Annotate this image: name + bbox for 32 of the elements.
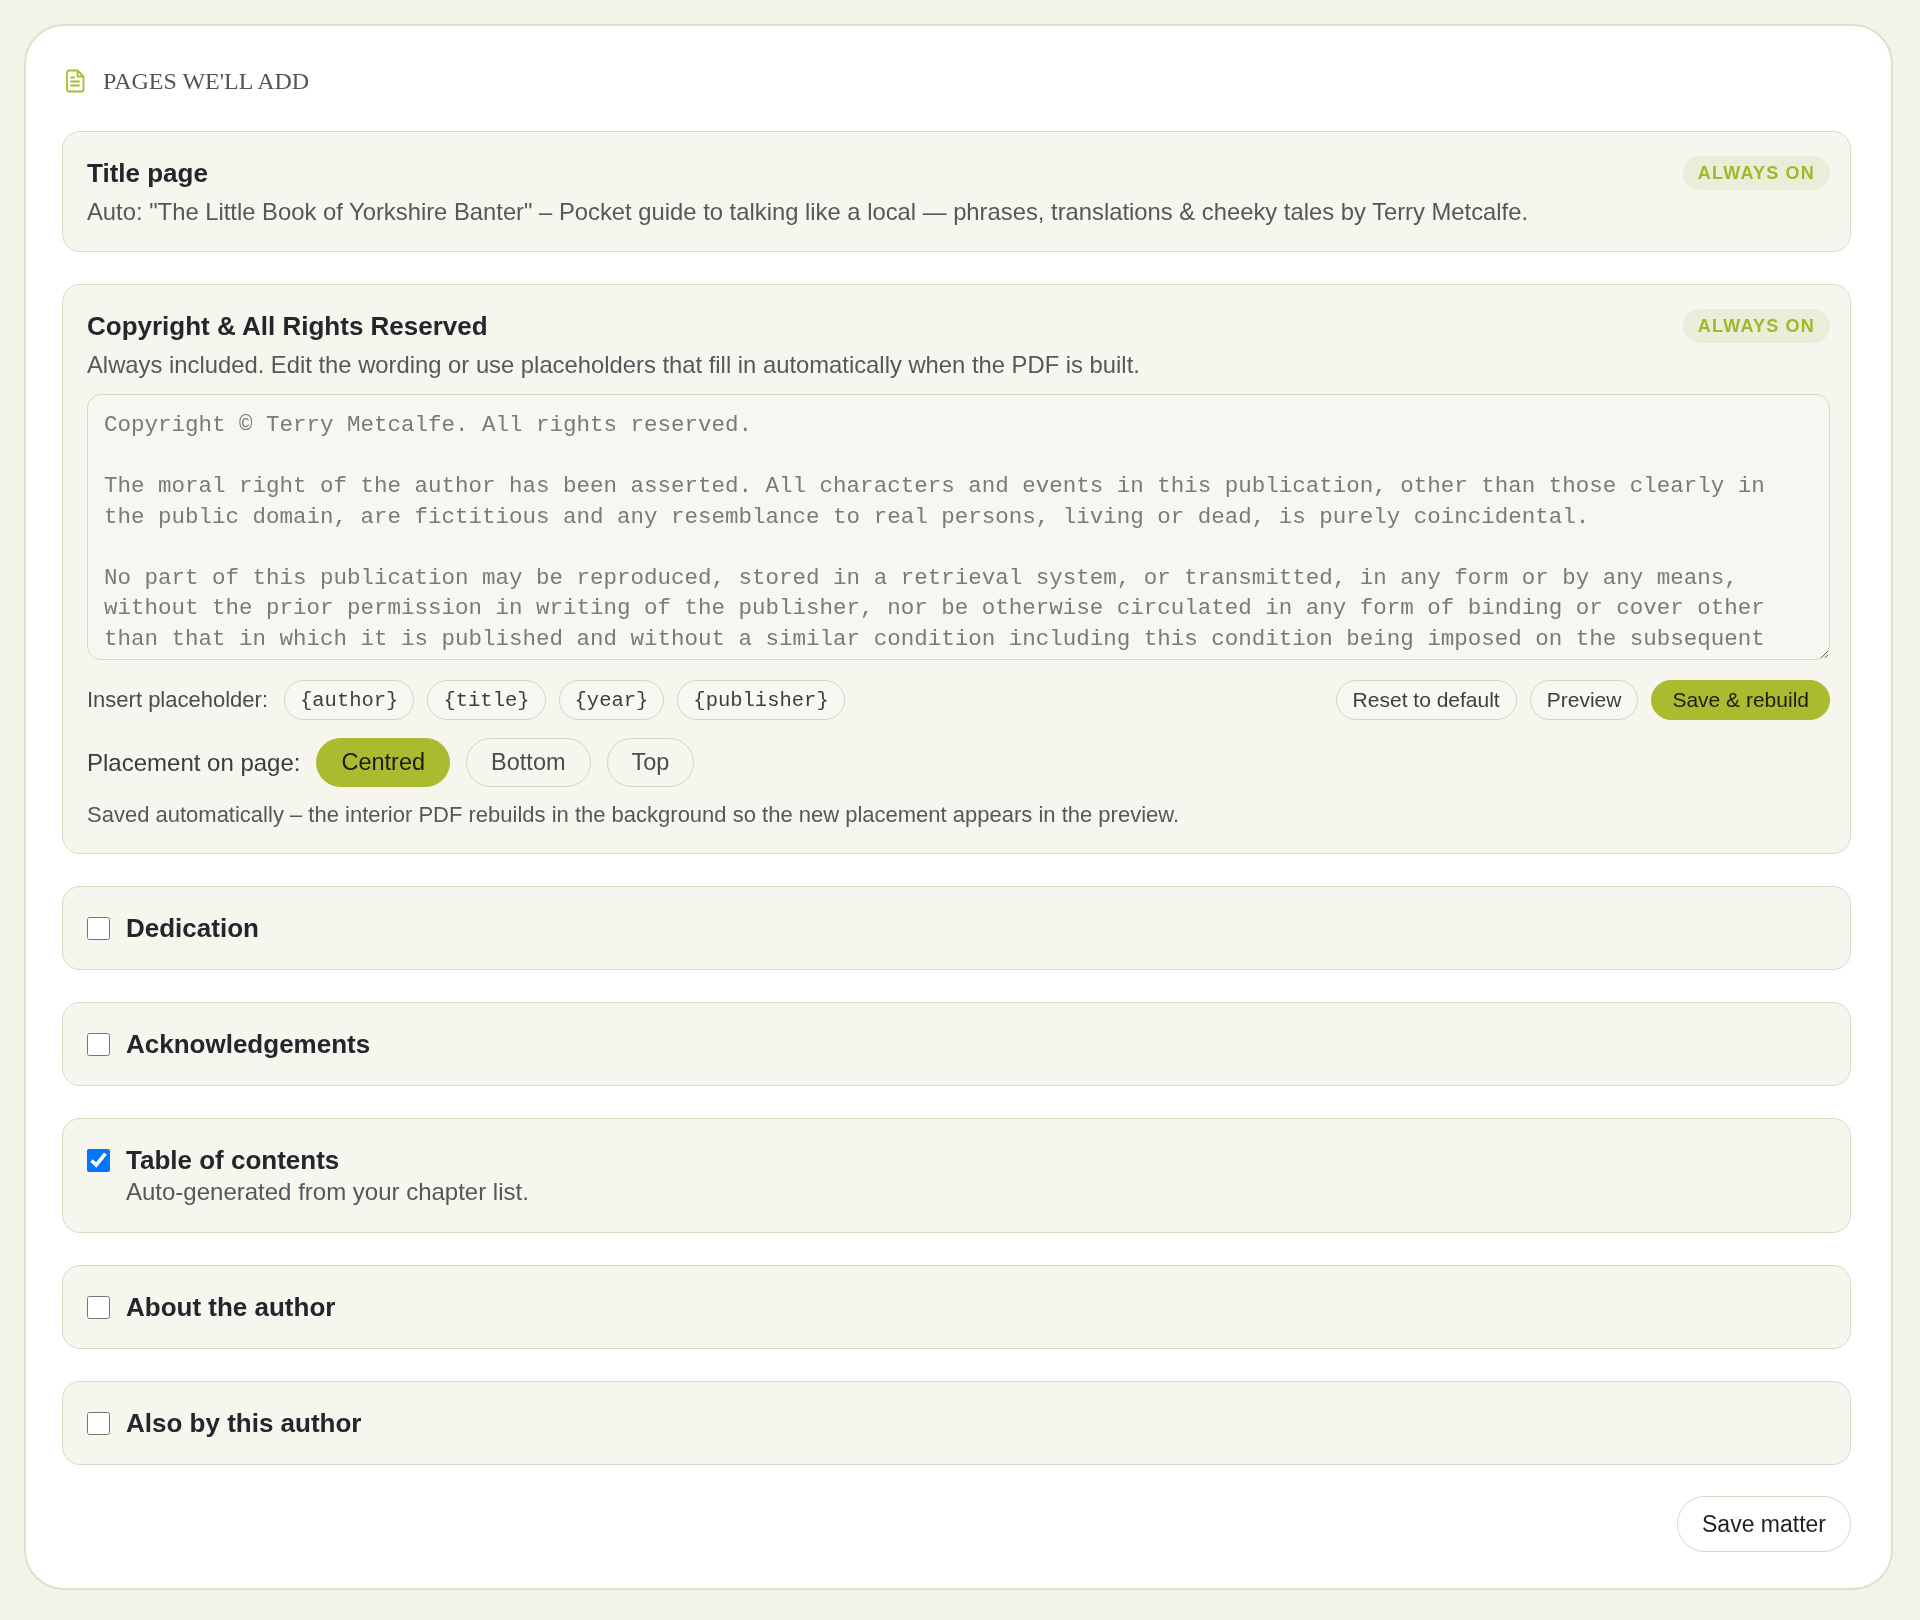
document-icon <box>65 69 85 93</box>
page-title: Also by this author <box>126 1408 362 1438</box>
placeholder-chip[interactable]: {year} <box>558 680 665 720</box>
placeholder-label: Insert placeholder: <box>87 687 268 713</box>
placeholder-chip[interactable]: {title} <box>427 680 546 720</box>
primary-button[interactable]: Save & rebuild <box>1651 680 1830 720</box>
section-title: PAGES WE'LL ADD <box>103 67 310 95</box>
autosave-note: Saved automatically – the interior PDF rebuilds in the background so the new placement appears in the preview. <box>87 801 1181 829</box>
page-description: Auto: "The Little Book of Yorkshire Banter" – Pocket guide to talking like a local — phrases, translations & cheeky tales by Terry Metcalfe. <box>87 197 1530 227</box>
page-title: About the author <box>126 1292 336 1322</box>
page-title: Dedication <box>126 913 259 943</box>
copyright-text-field[interactable]: Copyright © Terry Metcalfe. All rights reserved. The moral right of the author has been asserted. All characters and events in this publication, other than those clearly in the public domain, are fictitious and any resemblance to real persons, living or dead, is purely coincidental. No part of this publication may be reproduced, stored in a retrieval system, or transmitted, in any form or by any means, without the prior permission in writing of the publisher, nor be otherwise circulated in any form of binding or cover other than that in which it is published and without a similar condition including this condition being imposed on the subsequent <box>87 394 1830 660</box>
checkbox[interactable] <box>87 1033 110 1056</box>
secondary-button[interactable]: Reset to default <box>1335 680 1517 720</box>
page-title: Acknowledgements <box>126 1029 371 1059</box>
checkbox[interactable] <box>87 1149 110 1172</box>
checkbox[interactable] <box>87 917 110 940</box>
placement-option[interactable]: Centred <box>316 738 451 787</box>
placement-label: Placement on page: <box>87 748 301 777</box>
page-description: Always included. Edit the wording or use placeholders that fill in automatically when the PDF is built. <box>87 350 1141 380</box>
placeholder-chip[interactable]: {author} <box>284 680 415 720</box>
page-title: Table of contents <box>126 1145 341 1175</box>
status-badge: ALWAYS ON <box>1682 156 1830 190</box>
secondary-button[interactable]: Preview <box>1529 680 1639 720</box>
save-button[interactable]: Save matter <box>1677 1496 1851 1552</box>
page-description: Auto-generated from your chapter list. <box>126 1178 529 1206</box>
page-title: Title page <box>87 157 208 189</box>
checkbox[interactable] <box>87 1412 110 1435</box>
page-title: Copyright & All Rights Reserved <box>87 310 488 342</box>
checkbox[interactable] <box>87 1296 110 1319</box>
status-badge: ALWAYS ON <box>1682 309 1830 343</box>
placeholder-chip[interactable]: {publisher} <box>677 680 845 720</box>
